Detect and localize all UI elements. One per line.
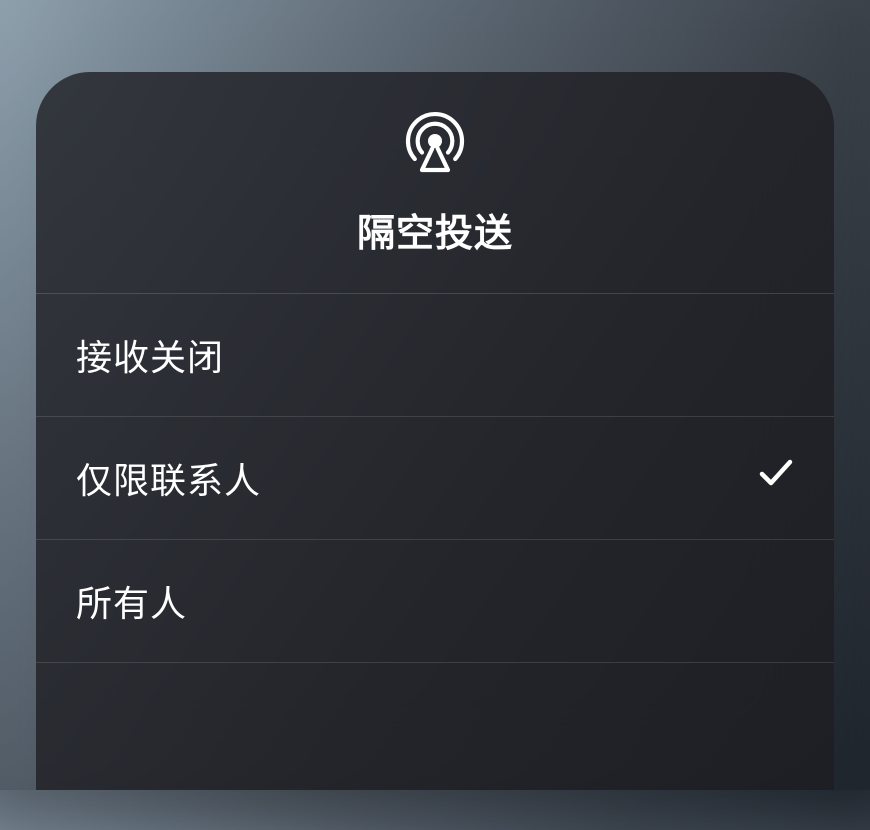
- option-label: 所有人: [76, 575, 187, 627]
- option-contacts-only[interactable]: 仅限联系人: [36, 417, 834, 540]
- option-label: 接收关闭: [76, 329, 224, 381]
- panel-header: 隔空投送: [36, 72, 834, 294]
- airdrop-icon: [402, 108, 468, 174]
- option-label: 仅限联系人: [76, 452, 261, 504]
- checkmark-icon: [758, 455, 794, 501]
- panel-title: 隔空投送: [357, 202, 513, 257]
- airdrop-settings-panel: 隔空投送 接收关闭 仅限联系人 所有人: [36, 72, 834, 790]
- option-receiving-off[interactable]: 接收关闭: [36, 294, 834, 417]
- option-everyone[interactable]: 所有人: [36, 540, 834, 663]
